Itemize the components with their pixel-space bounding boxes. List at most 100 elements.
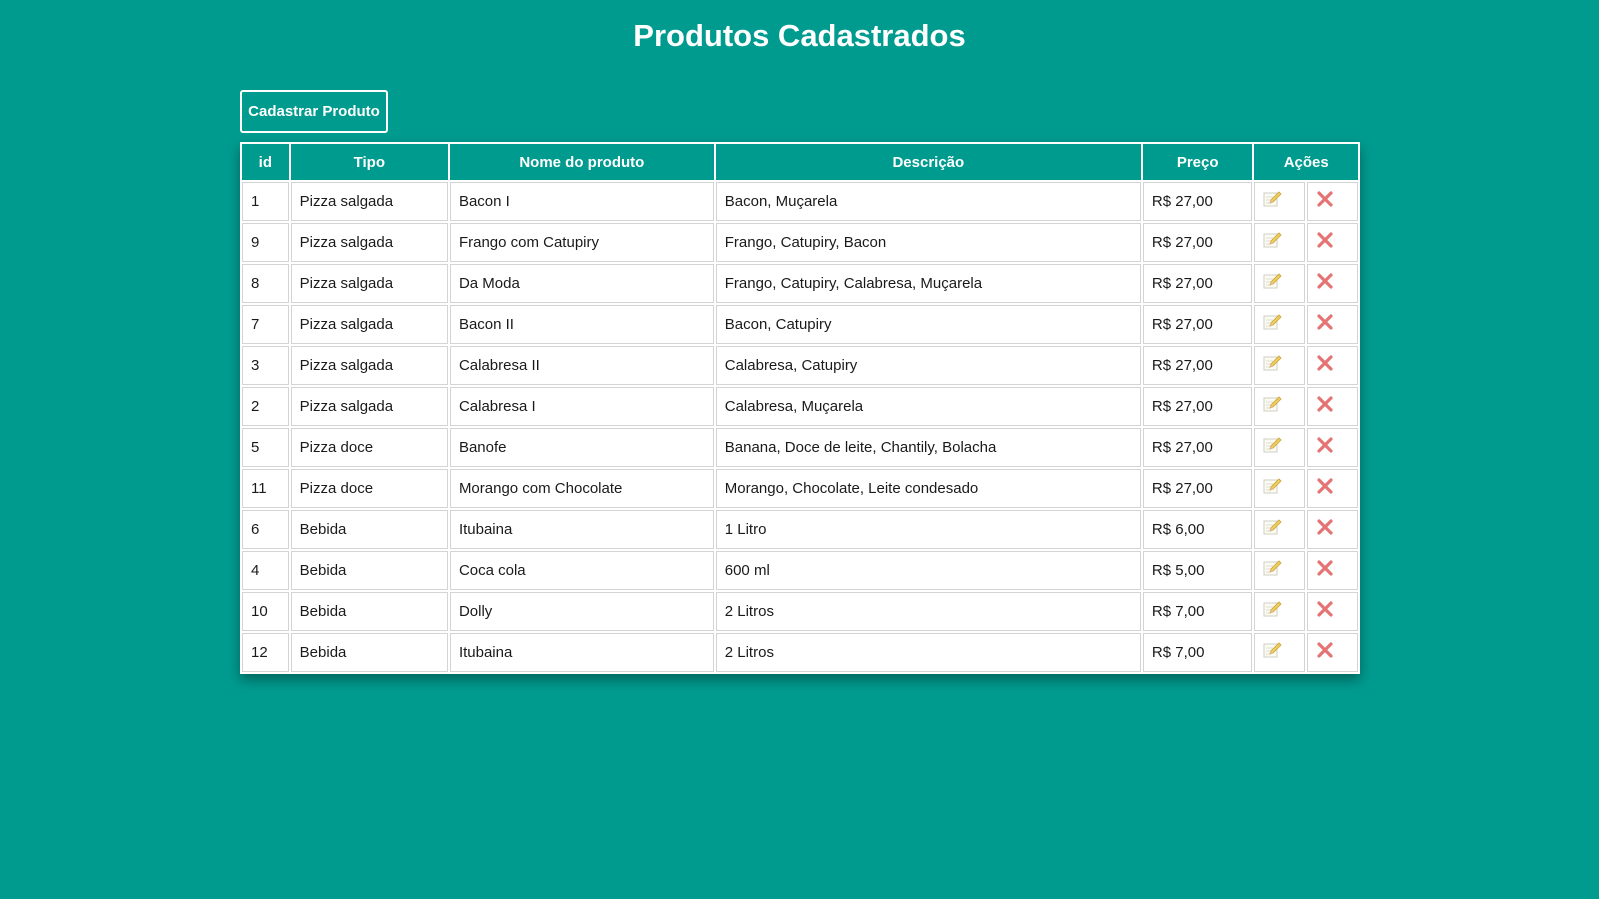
cell-delete [1307, 551, 1358, 590]
pencil-edit-icon[interactable] [1262, 435, 1283, 455]
pencil-edit-icon[interactable] [1262, 312, 1283, 332]
cell-delete [1307, 387, 1358, 426]
cell-delete [1307, 633, 1358, 672]
x-delete-icon[interactable] [1316, 313, 1334, 331]
cell-edit [1254, 346, 1306, 385]
x-delete-icon[interactable] [1316, 395, 1334, 413]
pencil-edit-icon[interactable] [1262, 394, 1283, 414]
cell-edit [1254, 264, 1306, 303]
cell-nome: Bacon I [449, 182, 714, 221]
cell-edit [1254, 428, 1306, 467]
cell-descricao: 2 Litros [715, 592, 1141, 631]
cell-preco: R$ 27,00 [1142, 264, 1253, 303]
cell-edit [1254, 592, 1306, 631]
cell-id: 2 [242, 387, 289, 426]
cell-id: 1 [242, 182, 289, 221]
x-delete-icon[interactable] [1316, 436, 1334, 454]
products-table: id Tipo Nome do produto Descrição Preço … [240, 142, 1360, 674]
products-table-container: id Tipo Nome do produto Descrição Preço … [240, 142, 1360, 674]
cell-nome: Morango com Chocolate [449, 469, 714, 508]
cell-descricao: 2 Litros [715, 633, 1141, 672]
cell-id: 12 [242, 633, 289, 672]
cell-descricao: Frango, Catupiry, Bacon [715, 223, 1141, 262]
cell-delete [1307, 264, 1358, 303]
cell-nome: Calabresa I [449, 387, 714, 426]
page-title: Produtos Cadastrados [633, 18, 966, 53]
header-descricao: Descrição [715, 144, 1141, 180]
pencil-edit-icon[interactable] [1262, 189, 1283, 209]
cell-descricao: Bacon, Catupiry [715, 305, 1141, 344]
cell-preco: R$ 27,00 [1142, 182, 1253, 221]
table-body: 1 Pizza salgada Bacon I Bacon, Muçarela R$ 2… [242, 182, 1358, 672]
cell-nome: Coca cola [449, 551, 714, 590]
header-nome: Nome do produto [449, 144, 714, 180]
cell-nome: Itubaina [449, 633, 714, 672]
x-delete-icon[interactable] [1316, 190, 1334, 208]
cell-edit [1254, 469, 1306, 508]
pencil-edit-icon[interactable] [1262, 271, 1283, 291]
cell-id: 5 [242, 428, 289, 467]
table-row: 9 Pizza salgada Frango com Catupiry Frango,… [242, 223, 1358, 262]
x-delete-icon[interactable] [1316, 272, 1334, 290]
cell-nome: Itubaina [449, 510, 714, 549]
cell-delete [1307, 305, 1358, 344]
cell-preco: R$ 27,00 [1142, 346, 1253, 385]
cell-edit [1254, 305, 1306, 344]
cell-preco: R$ 7,00 [1142, 633, 1253, 672]
cell-tipo: Pizza salgada [290, 264, 448, 303]
x-delete-icon[interactable] [1316, 641, 1334, 659]
pencil-edit-icon[interactable] [1262, 558, 1283, 578]
cell-delete [1307, 469, 1358, 508]
cell-descricao: 600 ml [715, 551, 1141, 590]
table-row: 5 Pizza doce Banofe Banana, Doce de leite, … [242, 428, 1358, 467]
cell-nome: Da Moda [449, 264, 714, 303]
pencil-edit-icon[interactable] [1262, 353, 1283, 373]
cell-delete [1307, 592, 1358, 631]
cell-id: 3 [242, 346, 289, 385]
table-row: 2 Pizza salgada Calabresa I Calabresa, Muça… [242, 387, 1358, 426]
cell-tipo: Bebida [290, 633, 448, 672]
cell-descricao: Calabresa, Catupiry [715, 346, 1141, 385]
pencil-edit-icon[interactable] [1262, 517, 1283, 537]
add-product-button[interactable]: Cadastrar Produto [240, 90, 388, 133]
cell-edit [1254, 182, 1306, 221]
cell-preco: R$ 27,00 [1142, 428, 1253, 467]
pencil-edit-icon[interactable] [1262, 230, 1283, 250]
header-preco: Preço [1142, 144, 1253, 180]
x-delete-icon[interactable] [1316, 559, 1334, 577]
table-row: 11 Pizza doce Morango com Chocolate Morango… [242, 469, 1358, 508]
cell-tipo: Bebida [290, 551, 448, 590]
pencil-edit-icon[interactable] [1262, 640, 1283, 660]
cell-preco: R$ 27,00 [1142, 469, 1253, 508]
cell-descricao: Morango, Chocolate, Leite condesado [715, 469, 1141, 508]
cell-tipo: Pizza salgada [290, 182, 448, 221]
cell-id: 8 [242, 264, 289, 303]
cell-preco: R$ 7,00 [1142, 592, 1253, 631]
x-delete-icon[interactable] [1316, 600, 1334, 618]
x-delete-icon[interactable] [1316, 518, 1334, 536]
table-row: 6 Bebida Itubaina 1 Litro R$ 6,00 [242, 510, 1358, 549]
x-delete-icon[interactable] [1316, 231, 1334, 249]
x-delete-icon[interactable] [1316, 477, 1334, 495]
table-row: 12 Bebida Itubaina 2 Litros R$ 7,00 [242, 633, 1358, 672]
cell-edit [1254, 510, 1306, 549]
cell-id: 9 [242, 223, 289, 262]
table-row: 3 Pizza salgada Calabresa II Calabresa, Cat… [242, 346, 1358, 385]
cell-tipo: Pizza doce [290, 469, 448, 508]
pencil-edit-icon[interactable] [1262, 476, 1283, 496]
cell-id: 7 [242, 305, 289, 344]
cell-delete [1307, 510, 1358, 549]
header-tipo: Tipo [290, 144, 448, 180]
cell-preco: R$ 27,00 [1142, 305, 1253, 344]
cell-nome: Calabresa II [449, 346, 714, 385]
cell-nome: Bacon II [449, 305, 714, 344]
table-row: 10 Bebida Dolly 2 Litros R$ 7,00 [242, 592, 1358, 631]
table-header-row: id Tipo Nome do produto Descrição Preço … [242, 144, 1358, 180]
page: Produtos Cadastrados Cadastrar Produto i… [0, 0, 1599, 899]
cell-descricao: 1 Litro [715, 510, 1141, 549]
table-row: 8 Pizza salgada Da Moda Frango, Catupiry, C… [242, 264, 1358, 303]
cell-id: 6 [242, 510, 289, 549]
cell-preco: R$ 6,00 [1142, 510, 1253, 549]
x-delete-icon[interactable] [1316, 354, 1334, 372]
pencil-edit-icon[interactable] [1262, 599, 1283, 619]
